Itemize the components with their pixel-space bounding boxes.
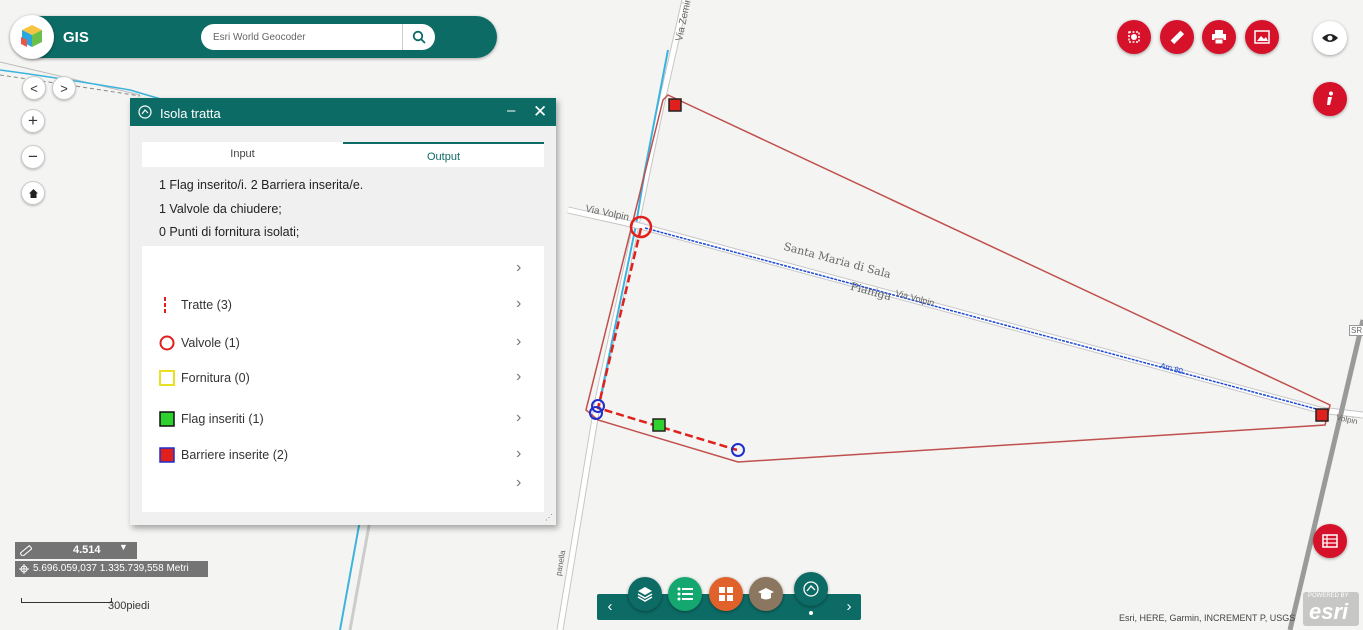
scale-selector[interactable]: 4.514 ▼	[15, 542, 137, 559]
list-item-barriere[interactable]: Barriere inserite (2) ›	[142, 440, 544, 470]
result-list: › Tratte (3) › Valvole (1) › Fornitura (…	[142, 246, 544, 512]
home-icon	[28, 188, 38, 198]
list-item-label: Fornitura (0)	[181, 371, 250, 385]
chevron-right-icon: ›	[516, 445, 522, 462]
measure-button[interactable]	[1160, 20, 1194, 54]
search-box	[201, 24, 435, 50]
isola-tratta-button[interactable]	[794, 572, 828, 606]
layers-button[interactable]	[628, 577, 662, 611]
chevron-right-icon: ›	[516, 333, 522, 350]
red-circle-icon	[159, 335, 175, 351]
chevron-right-icon: ›	[516, 259, 522, 276]
measure-ruler-icon	[1170, 30, 1185, 45]
list-item-label: Tratte (3)	[181, 298, 232, 312]
isola-tratta-panel: Isola tratta – ✕ Input Output 1 Flag ins…	[130, 98, 556, 525]
tab-output[interactable]: Output	[343, 142, 544, 167]
chevron-down-icon: ▼	[119, 542, 128, 552]
app-logo[interactable]	[10, 15, 54, 59]
image-icon	[1254, 30, 1270, 44]
resize-handle-icon[interactable]: ⋰	[545, 513, 553, 522]
barrier-marker	[668, 98, 682, 112]
visibility-button[interactable]	[1313, 21, 1347, 55]
scale-value: 4.514	[73, 544, 101, 556]
app-title: GIS	[63, 29, 89, 46]
search-icon	[412, 30, 426, 44]
list-item-valvole[interactable]: Valvole (1) ›	[142, 328, 544, 358]
coordinates-display: 5.696.059,037 1.335.739,558 Metri	[15, 561, 208, 577]
tab-input[interactable]: Input	[142, 142, 343, 167]
select-clear-icon	[1128, 31, 1140, 43]
panel-tabs: Input Output	[142, 142, 544, 167]
flag-marker	[652, 418, 666, 432]
list-item-label: Flag inseriti (1)	[181, 412, 264, 426]
panel-header[interactable]: Isola tratta – ✕	[130, 98, 556, 126]
esri-brand-text: esri	[1309, 599, 1349, 624]
list-item-label: Valvole (1)	[181, 336, 240, 350]
info-button[interactable]	[1313, 82, 1347, 116]
list-item[interactable]: ›	[142, 469, 544, 499]
dock-previous-button[interactable]: ‹	[601, 598, 619, 616]
basemap-gallery-button[interactable]	[709, 577, 743, 611]
summary-supply: 0 Punti di fornitura isolati;	[159, 225, 300, 239]
minimize-button[interactable]: –	[507, 102, 515, 119]
table-icon	[1322, 534, 1338, 548]
active-indicator	[809, 611, 813, 615]
chevron-right-icon: ›	[516, 295, 522, 312]
map-label-road: SR	[1349, 325, 1363, 336]
chevron-right-icon: ›	[516, 368, 522, 385]
previous-extent-button[interactable]: <	[22, 76, 46, 100]
basemap-gallery-icon	[719, 587, 733, 601]
print-button[interactable]	[1202, 20, 1236, 54]
search-input[interactable]	[213, 28, 398, 46]
barrier-marker	[1315, 408, 1329, 422]
list-item-label: Barriere inserite (2)	[181, 448, 288, 462]
isolate-network-icon	[138, 105, 152, 119]
dock-next-button[interactable]: ›	[840, 598, 858, 616]
list-item-flag[interactable]: Flag inseriti (1) ›	[142, 404, 544, 434]
layers-icon	[637, 587, 653, 602]
ruler-icon	[20, 545, 32, 556]
summary-valves: 1 Valvole da chiudere;	[159, 202, 282, 216]
yellow-square-icon	[159, 370, 175, 386]
summary-flags: 1 Flag inserito/i. 2 Barriera inserita/e…	[159, 178, 364, 192]
map-attribution: Esri, HERE, Garmin, INCREMENT P, USGS	[1119, 613, 1296, 623]
chevron-right-icon: ›	[516, 409, 522, 426]
legend-list-icon	[677, 587, 693, 601]
print-icon	[1212, 30, 1226, 45]
green-square-icon	[159, 411, 175, 427]
list-item-fornitura[interactable]: Fornitura (0) ›	[142, 363, 544, 393]
eye-icon	[1322, 34, 1338, 42]
hat-icon	[758, 588, 774, 600]
image-export-button[interactable]	[1245, 20, 1279, 54]
select-clear-button[interactable]	[1117, 20, 1151, 54]
coordinates-text: 5.696.059,037 1.335.739,558 Metri	[33, 563, 189, 574]
isolate-network-icon	[803, 581, 819, 597]
red-dashed-line-icon	[164, 297, 166, 313]
close-button[interactable]: ✕	[533, 102, 547, 122]
cubes-logo-icon	[21, 25, 42, 47]
panel-title: Isola tratta	[160, 106, 221, 121]
crosshair-icon	[19, 564, 29, 574]
list-item-tratte[interactable]: Tratte (3) ›	[142, 290, 544, 320]
attribute-table-button[interactable]	[1313, 524, 1347, 558]
home-button[interactable]	[21, 181, 45, 205]
zoom-out-button[interactable]: −	[21, 145, 45, 169]
list-item[interactable]: ›	[142, 254, 544, 284]
legend-button[interactable]	[668, 577, 702, 611]
info-icon	[1327, 91, 1333, 105]
scalebar	[21, 598, 112, 603]
zoom-in-button[interactable]: +	[21, 109, 45, 133]
about-button[interactable]	[749, 577, 783, 611]
red-square-icon	[159, 447, 175, 463]
search-button[interactable]	[402, 24, 435, 50]
next-extent-button[interactable]: >	[52, 76, 76, 100]
esri-logo[interactable]: POWERED BY esri	[1303, 592, 1359, 626]
chevron-right-icon: ›	[516, 474, 522, 491]
scalebar-label: 300piedi	[108, 600, 150, 612]
